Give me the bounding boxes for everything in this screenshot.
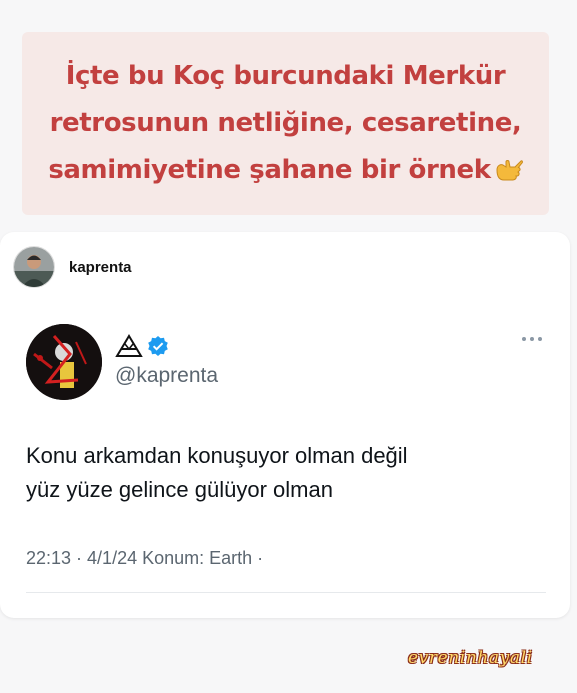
instagram-post-card: kaprenta @kaprenta Konu arkamdan konuşuy…: [0, 232, 570, 618]
verified-badge-icon: [148, 336, 168, 356]
tweet-timestamp: 22:13 · 4/1/24 Konum: Earth ·: [26, 548, 264, 568]
tweet-name-row: [115, 334, 169, 358]
tweet-handle[interactable]: @kaprenta: [115, 364, 218, 388]
profile-photo-icon: [14, 247, 54, 287]
triangle-symbol-icon: [115, 334, 143, 357]
tweet-text-line-1: Konu arkamdan konuşuyor olman değil: [26, 443, 408, 468]
call-me-hand-emoji-icon: [496, 160, 523, 181]
tweet-text-line-2: yüz yüze gelince gülüyor olman: [26, 477, 333, 502]
caption-line-2: retrosunun netliğine, cesaretine,: [49, 108, 522, 138]
watermark: evreninhayali: [408, 648, 533, 668]
caption-line-3-text: samimiyetine şahane bir örnek: [48, 155, 491, 185]
tweet-text: Konu arkamdan konuşuyor olman değil yüz …: [26, 439, 546, 507]
avatar[interactable]: [13, 246, 55, 288]
caption-line-1: İçte bu Koç burcundaki Merkür: [65, 61, 506, 91]
more-options-icon[interactable]: [521, 336, 543, 342]
profile-art-icon: [26, 324, 102, 400]
tweet-avatar[interactable]: [26, 324, 102, 400]
divider: [26, 592, 546, 593]
caption-banner: İçte bu Koç burcundaki Merkür retrosunun…: [22, 32, 549, 215]
caption-line-3: samimiyetine şahane bir örnek: [48, 147, 523, 194]
repost-username[interactable]: kaprenta: [69, 259, 132, 276]
repost-header: kaprenta: [13, 246, 132, 288]
